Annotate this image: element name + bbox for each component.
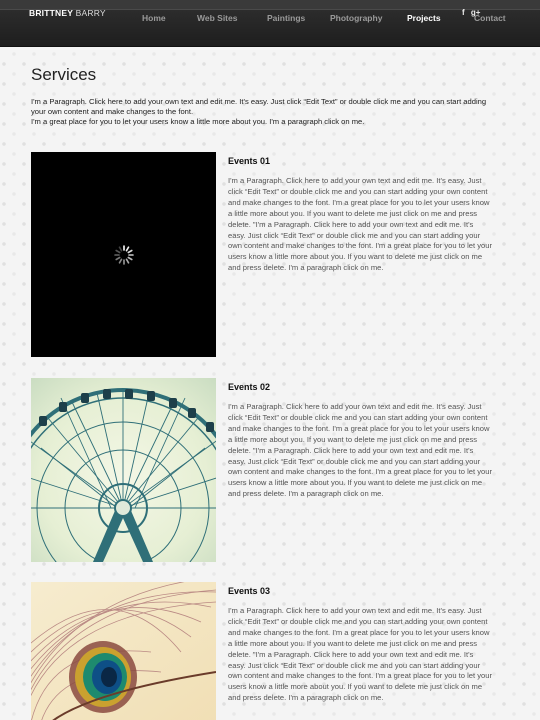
event-title: Events 01 bbox=[228, 156, 271, 166]
site-header: BRITTNEY BARRY Home Web Sites Paintings … bbox=[0, 0, 540, 47]
event-description: I'm a Paragraph. Click here to add your … bbox=[228, 606, 493, 703]
event-description: I'm a Paragraph. Click here to add your … bbox=[228, 402, 493, 499]
googleplus-icon[interactable]: g+ bbox=[471, 8, 481, 17]
brand-last-name: BARRY bbox=[75, 8, 106, 18]
nav-web-sites[interactable]: Web Sites bbox=[197, 13, 237, 23]
peacock-feather-photo bbox=[31, 582, 216, 720]
peacock-feather-image[interactable] bbox=[31, 582, 216, 720]
event-description: I'm a Paragraph. Click here to add your … bbox=[228, 176, 493, 273]
event-title: Events 02 bbox=[228, 382, 271, 392]
event-image-loading[interactable] bbox=[31, 152, 216, 357]
page-title: Services bbox=[31, 65, 97, 84]
event-title: Events 03 bbox=[228, 586, 271, 596]
nav-paintings[interactable]: Paintings bbox=[267, 13, 305, 23]
nav-home[interactable]: Home bbox=[142, 13, 166, 23]
social-links: f g+ bbox=[462, 8, 484, 17]
intro-line-1: I'm a Paragraph. Click here to add your … bbox=[31, 97, 487, 116]
site-logo[interactable]: BRITTNEY BARRY bbox=[29, 8, 106, 18]
ferris-wheel-photo bbox=[31, 378, 216, 562]
nav-projects[interactable]: Projects bbox=[407, 13, 441, 23]
intro-line-2: I'm a great place for you to let your us… bbox=[31, 117, 365, 126]
brand-first-name: BRITTNEY bbox=[29, 8, 74, 18]
main-content: Services I'm a Paragraph. Click here to … bbox=[0, 47, 540, 720]
intro-paragraph: I'm a Paragraph. Click here to add your … bbox=[31, 97, 491, 127]
facebook-icon[interactable]: f bbox=[462, 8, 465, 17]
ferris-wheel-image[interactable] bbox=[31, 378, 216, 562]
nav-photography[interactable]: Photography bbox=[330, 13, 382, 23]
loading-spinner-icon bbox=[114, 245, 134, 265]
